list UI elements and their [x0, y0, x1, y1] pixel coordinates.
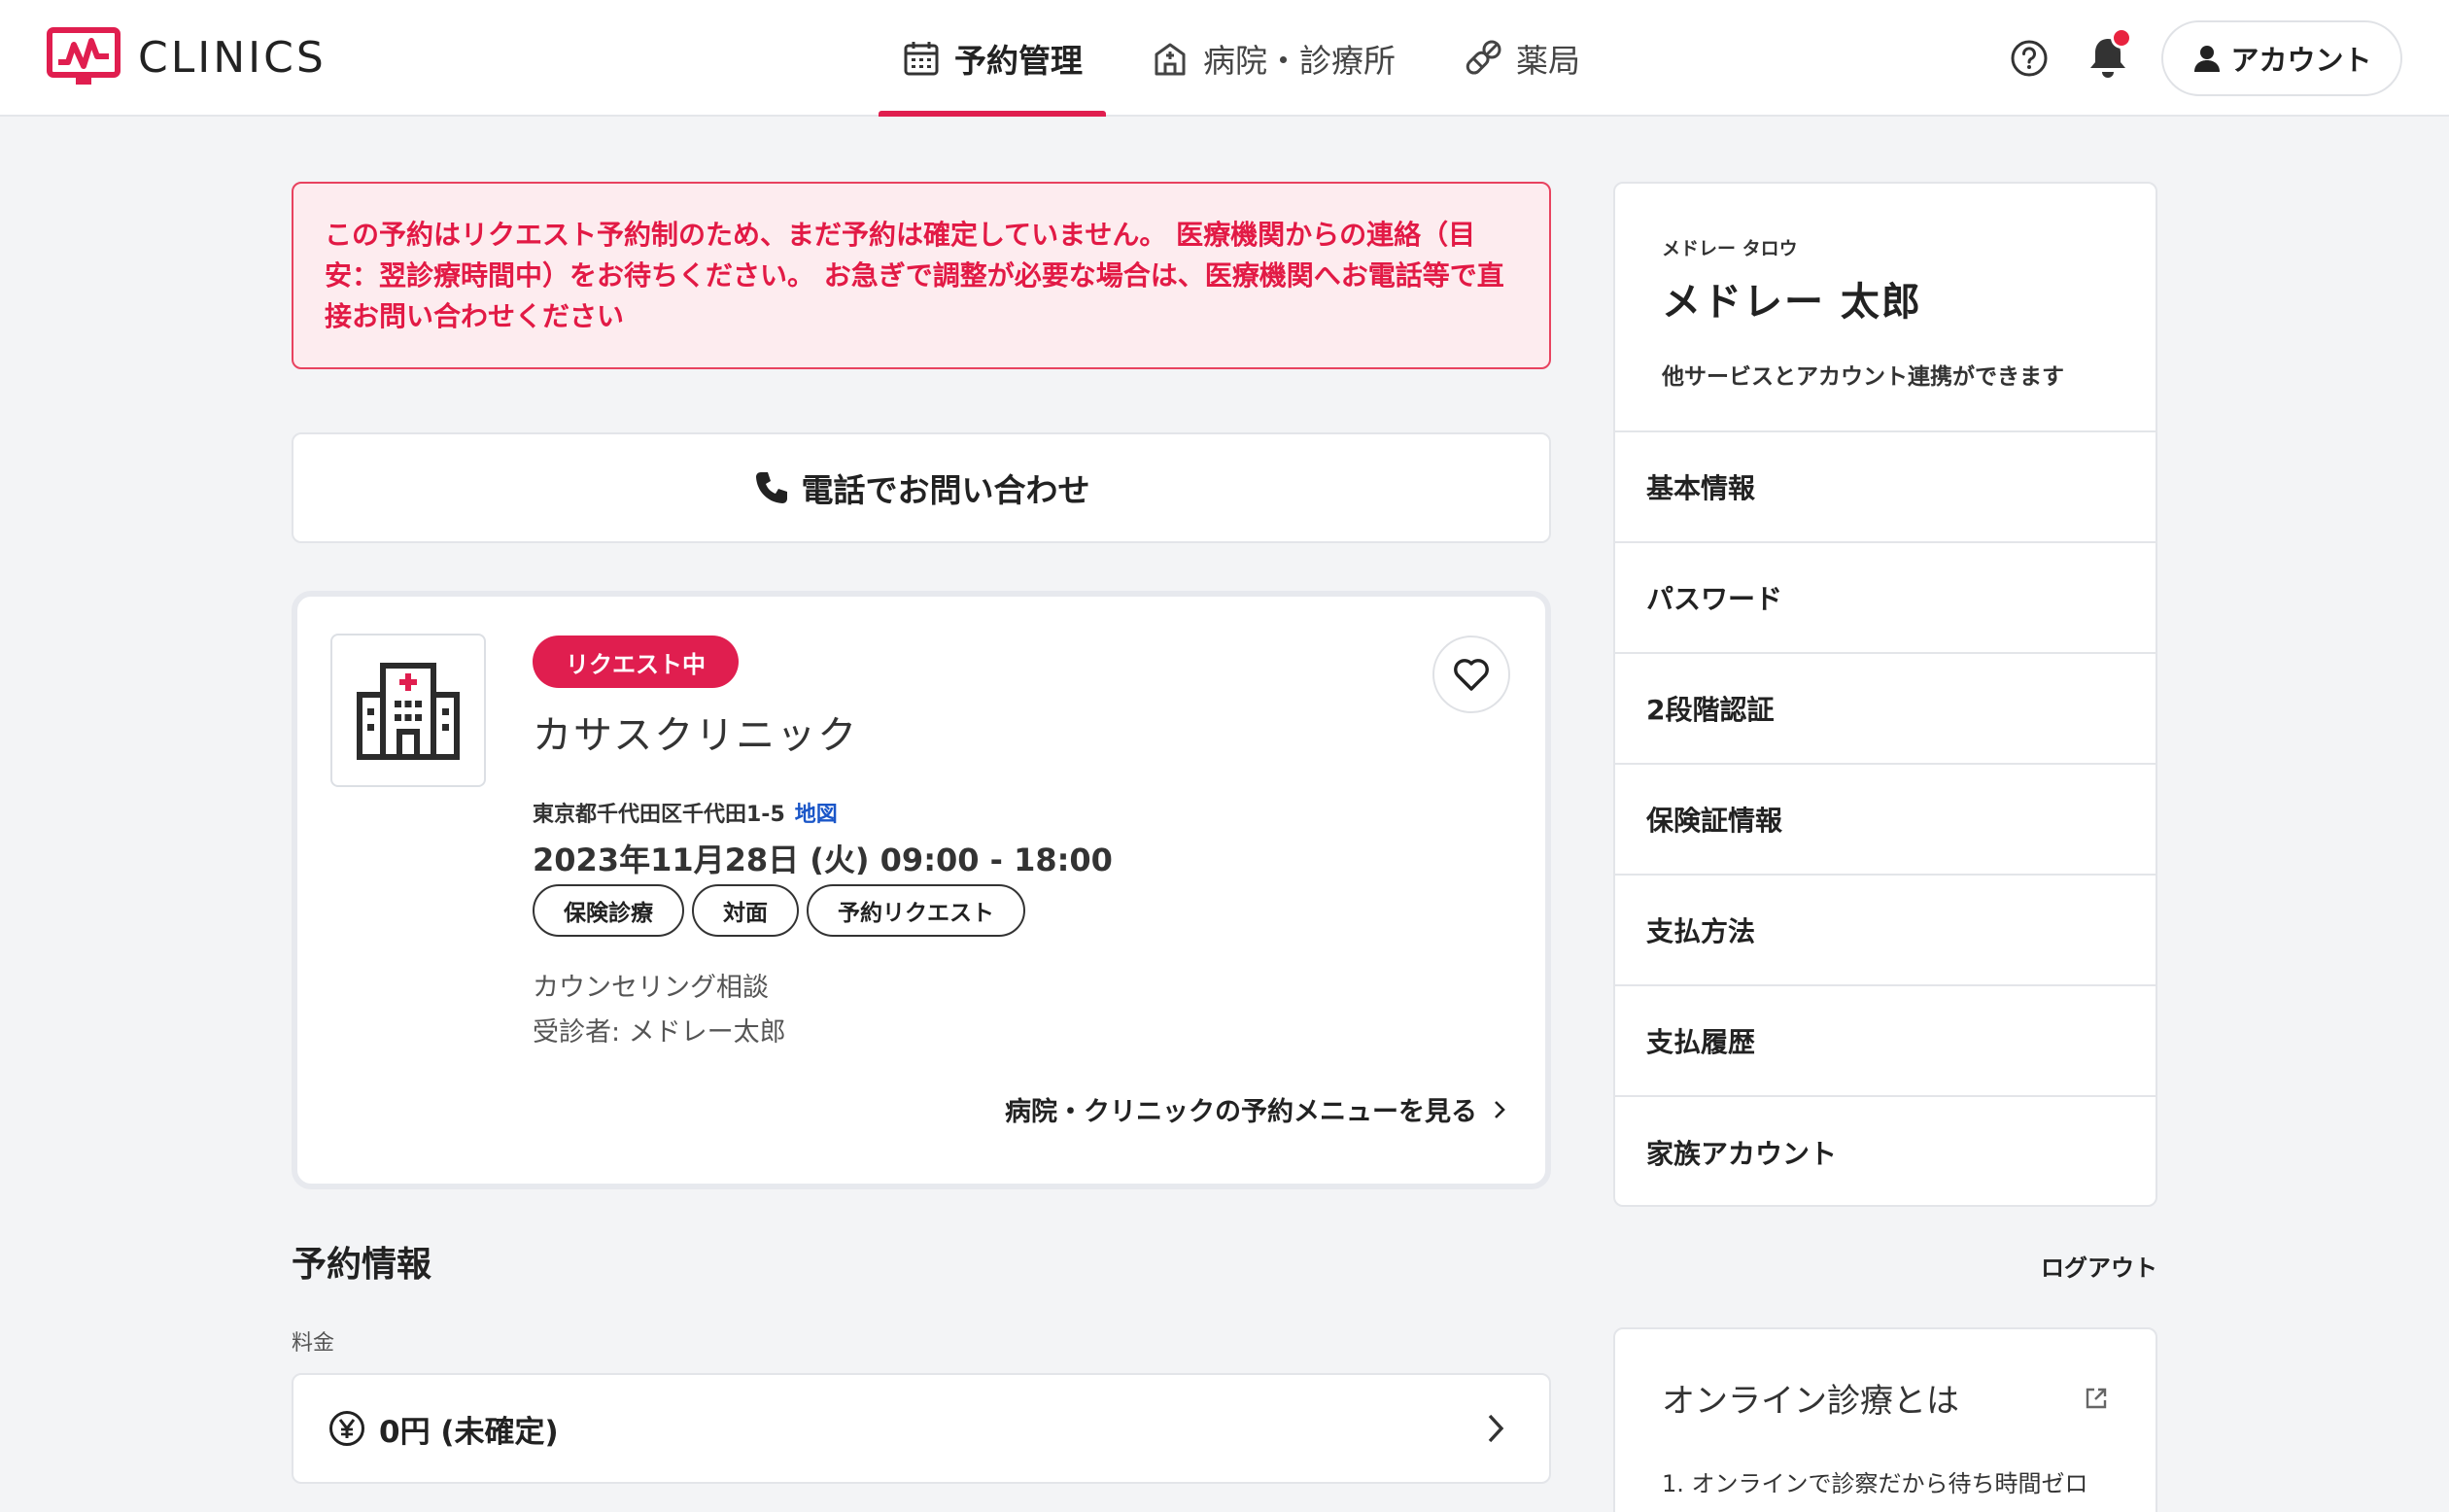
- clinic-address: 東京都千代田区千代田1-5 地図: [533, 797, 838, 828]
- appointment-tags: 保険診療 対面 予約リクエスト: [533, 884, 1033, 937]
- pill-icon: [1466, 40, 1501, 75]
- clinic-name: カサスクリニック: [533, 713, 859, 758]
- phone-inquiry-label: 電話でお問い合わせ: [801, 471, 1090, 509]
- nav-pharmacy-label: 薬局: [1516, 42, 1580, 80]
- tag-reservation-request: 予約リクエスト: [807, 884, 1025, 937]
- phone-inquiry-button[interactable]: 電話でお問い合わせ: [292, 432, 1551, 543]
- menu-password[interactable]: パスワード: [1615, 543, 2156, 654]
- account-link-text[interactable]: 他サービスとアカウント連携ができます: [1662, 358, 2156, 391]
- menu-payment-history[interactable]: 支払履歴: [1615, 986, 2156, 1097]
- hospital-building-icon: [357, 663, 460, 760]
- clinic-address-text: 東京都千代田区千代田1-5: [533, 803, 785, 827]
- clinics-logo[interactable]: CLINICS: [47, 27, 327, 87]
- hospital-icon: [1155, 43, 1186, 76]
- user-icon: [2194, 46, 2221, 72]
- menu-payment-method[interactable]: 支払方法: [1615, 876, 2156, 986]
- menu-basic-info[interactable]: 基本情報: [1615, 432, 2156, 543]
- menu-family-account[interactable]: 家族アカウント: [1615, 1097, 2156, 1205]
- clinic-menu-link-label: 病院・クリニックの予約メニューを見る: [1005, 1097, 1477, 1127]
- notification-dot: [2111, 27, 2132, 49]
- heart-icon: [1454, 659, 1489, 691]
- account-button[interactable]: アカウント: [2161, 20, 2402, 96]
- menu-two-factor[interactable]: 2段階認証: [1615, 654, 2156, 765]
- profile-kana: メドレー タロウ: [1662, 238, 1798, 259]
- calendar-icon: [904, 42, 939, 76]
- menu-insurance-card[interactable]: 保険証情報: [1615, 765, 2156, 876]
- appointment-patient: 受診者: メドレー太郎: [533, 1017, 786, 1048]
- phone-icon: [755, 472, 787, 503]
- nav-hospitals[interactable]: 病院・診療所: [1127, 0, 1419, 117]
- nav-pharmacy[interactable]: 薬局: [1440, 0, 1604, 117]
- fee-row[interactable]: 0円 (未確定): [292, 1373, 1551, 1484]
- fee-value: 0円 (未確定): [379, 1414, 559, 1450]
- online-card-title: オンライン診療とは: [1662, 1382, 1959, 1421]
- account-panel: メドレー タロウ メドレー 太郎 他サービスとアカウント連携ができます 基本情報…: [1613, 182, 2157, 1207]
- online-consultation-card: オンライン診療とは 1. オンラインで診察だから待ち時間ゼロ: [1613, 1327, 2157, 1512]
- clinic-menu-link[interactable]: 病院・クリニックの予約メニューを見る: [1005, 1090, 1510, 1128]
- tag-in-person: 対面: [692, 884, 799, 937]
- profile-section: メドレー タロウ メドレー 太郎 他サービスとアカウント連携ができます: [1615, 184, 2156, 432]
- nav-reservations-label: 予約管理: [954, 42, 1083, 80]
- online-item-1: 1. オンラインで診察だから待ち時間ゼロ: [1662, 1470, 2088, 1497]
- nav-reservations[interactable]: 予約管理: [879, 0, 1106, 117]
- account-button-label: アカウント: [2230, 44, 2372, 77]
- clinic-card: リクエスト中 カサスクリニック 東京都千代田区千代田1-5 地図 2023年11月…: [292, 591, 1551, 1189]
- main-nav: 予約管理 病院・診療所 薬局: [879, 0, 1604, 117]
- request-alert-text: この予約はリクエスト予約制のため、まだ予約は確定していません。 医療機関からの連…: [325, 219, 1504, 332]
- appointment-menu: カウンセリング相談: [533, 973, 769, 1003]
- external-link-icon[interactable]: [2084, 1386, 2109, 1411]
- chevron-right-icon: [1495, 1100, 1505, 1118]
- status-badge: リクエスト中: [533, 636, 739, 688]
- request-alert: この予約はリクエスト予約制のため、まだ予約は確定していません。 医療機関からの連…: [292, 182, 1551, 369]
- appointment-datetime: 2023年11月28日 (火) 09:00 - 18:00: [533, 842, 1113, 878]
- profile-name: メドレー 太郎: [1662, 280, 1922, 325]
- chevron-right-icon: [1488, 1414, 1504, 1443]
- nav-hospitals-label: 病院・診療所: [1203, 42, 1396, 80]
- map-link[interactable]: 地図: [795, 803, 838, 827]
- reservation-info-title: 予約情報: [292, 1245, 432, 1285]
- clinic-image: [330, 634, 486, 787]
- yen-icon: [329, 1411, 364, 1446]
- tag-insurance: 保険診療: [533, 884, 684, 937]
- clinics-logo-icon: [47, 27, 121, 85]
- logout-link[interactable]: ログアウト: [2041, 1249, 2157, 1283]
- fee-label: 料金: [292, 1331, 335, 1356]
- top-header: CLINICS 予約管理 病院・診療所 薬局 アカウント: [0, 0, 2449, 117]
- status-badge-label: リクエスト中: [566, 650, 706, 678]
- help-icon[interactable]: [2010, 39, 2049, 78]
- logo-text: CLINICS: [138, 32, 327, 83]
- favorite-button[interactable]: [1432, 636, 1510, 713]
